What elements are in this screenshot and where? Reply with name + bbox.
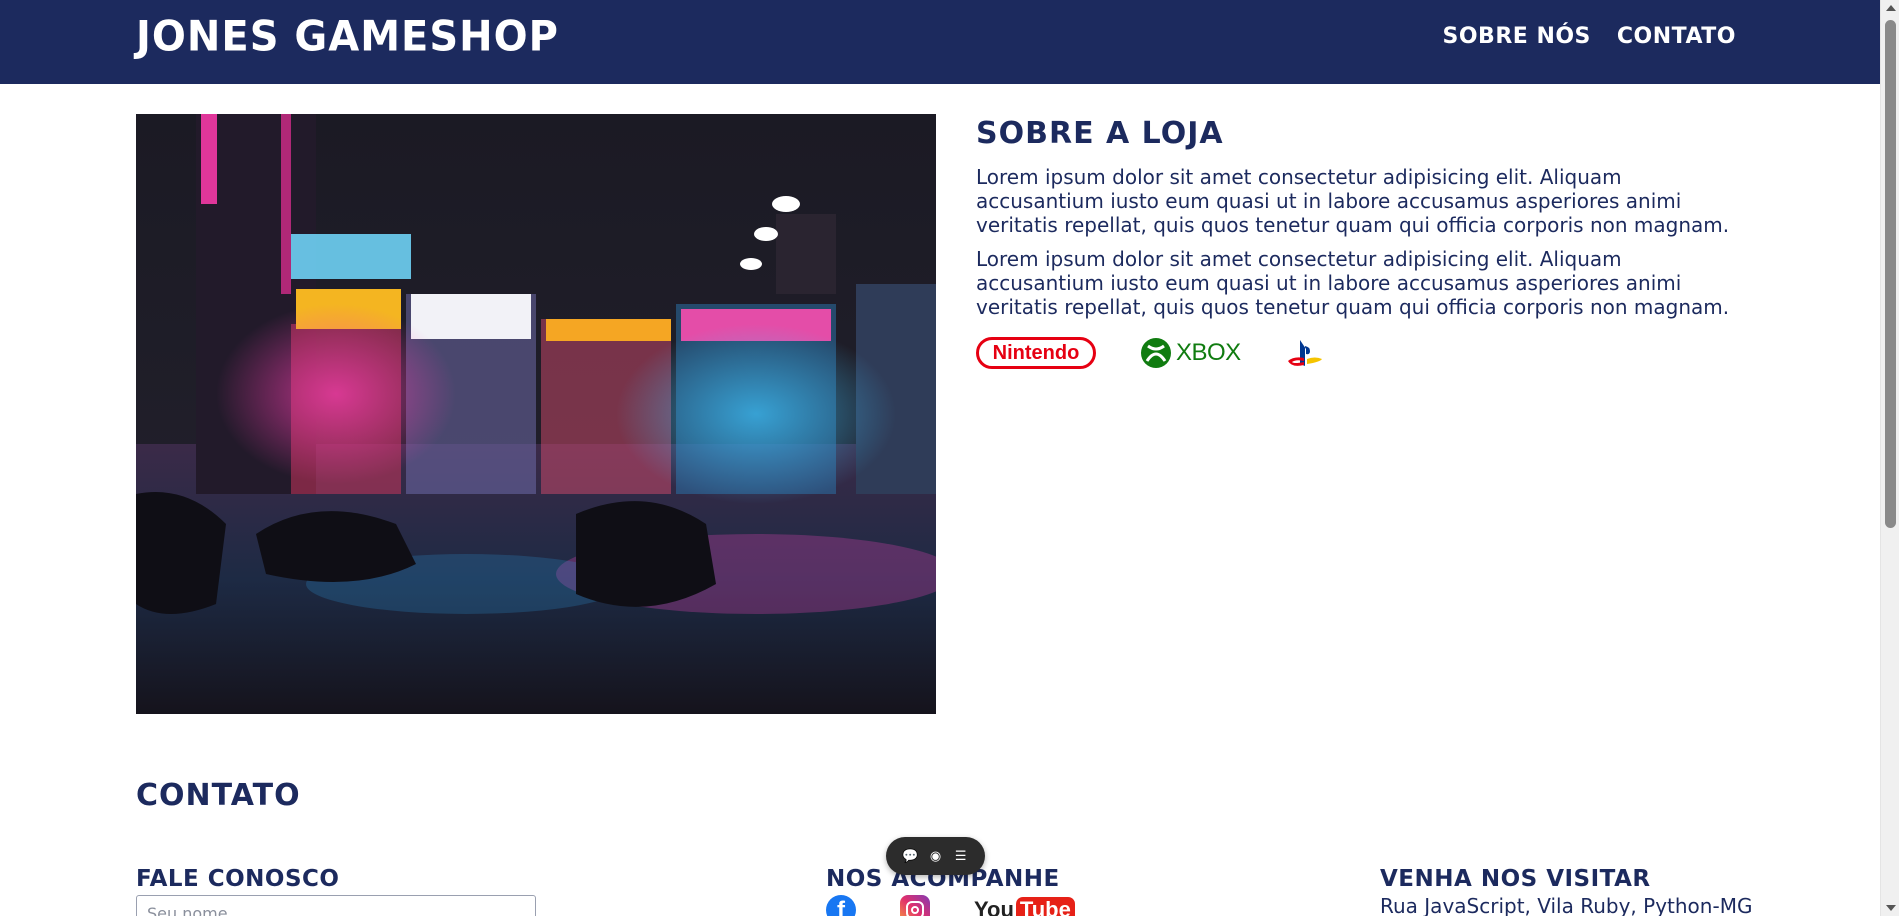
scroll-down-arrow-icon[interactable] xyxy=(1886,905,1896,911)
scroll-up-arrow-icon[interactable] xyxy=(1886,5,1896,11)
nav-link-contato[interactable]: CONTATO xyxy=(1617,24,1736,49)
contact-title: CONTATO xyxy=(136,778,301,813)
xbox-sphere-icon xyxy=(1141,338,1171,368)
menu-icon[interactable]: ☰ xyxy=(952,849,970,864)
about-title: SOBRE A LOJA xyxy=(976,116,1224,151)
xbox-logo: XBOX xyxy=(1140,337,1241,369)
main-nav: SOBRE NÓS CONTATO xyxy=(1443,24,1737,49)
hero-image xyxy=(136,114,936,714)
contact-form-title: FALE CONOSCO xyxy=(136,866,340,892)
name-input[interactable] xyxy=(136,895,536,916)
instagram-icon[interactable] xyxy=(900,895,930,916)
about-paragraph-1: Lorem ipsum dolor sit amet consectetur a… xyxy=(976,165,1730,237)
nav-link-sobre-nos[interactable]: SOBRE NÓS xyxy=(1443,24,1591,49)
youtube-tube: Tube xyxy=(1015,897,1075,916)
vertical-scrollbar[interactable] xyxy=(1880,0,1899,916)
playstation-logo xyxy=(1285,337,1325,369)
about-section: SOBRE A LOJA Lorem ipsum dolor sit amet … xyxy=(976,116,1736,369)
nintendo-logo: Nintendo xyxy=(976,337,1096,369)
floating-toolbar: 💬 ◉ ☰ xyxy=(886,837,985,875)
social-links: f You Tube xyxy=(826,895,1075,916)
address-text: Rua JavaScript, Vila Ruby, Python-MG xyxy=(1380,894,1753,916)
xbox-wordmark: XBOX xyxy=(1176,339,1241,366)
playstation-icon xyxy=(1287,340,1322,366)
youtube-you: You xyxy=(974,897,1014,916)
scroll-thumb[interactable] xyxy=(1885,20,1896,528)
toggle-icon[interactable]: ◉ xyxy=(927,849,945,864)
youtube-icon[interactable]: You Tube xyxy=(974,897,1075,916)
brand-logo[interactable]: JONES GAMESHOP xyxy=(136,13,559,61)
brand-logos: Nintendo XBOX xyxy=(976,337,1736,369)
visit-title: VENHA NOS VISITAR xyxy=(1380,866,1651,892)
site-header: JONES GAMESHOP SOBRE NÓS CONTATO xyxy=(0,0,1880,84)
comment-icon[interactable]: 💬 xyxy=(901,849,919,864)
facebook-icon[interactable]: f xyxy=(826,895,856,916)
about-paragraph-2: Lorem ipsum dolor sit amet consectetur a… xyxy=(976,247,1730,319)
